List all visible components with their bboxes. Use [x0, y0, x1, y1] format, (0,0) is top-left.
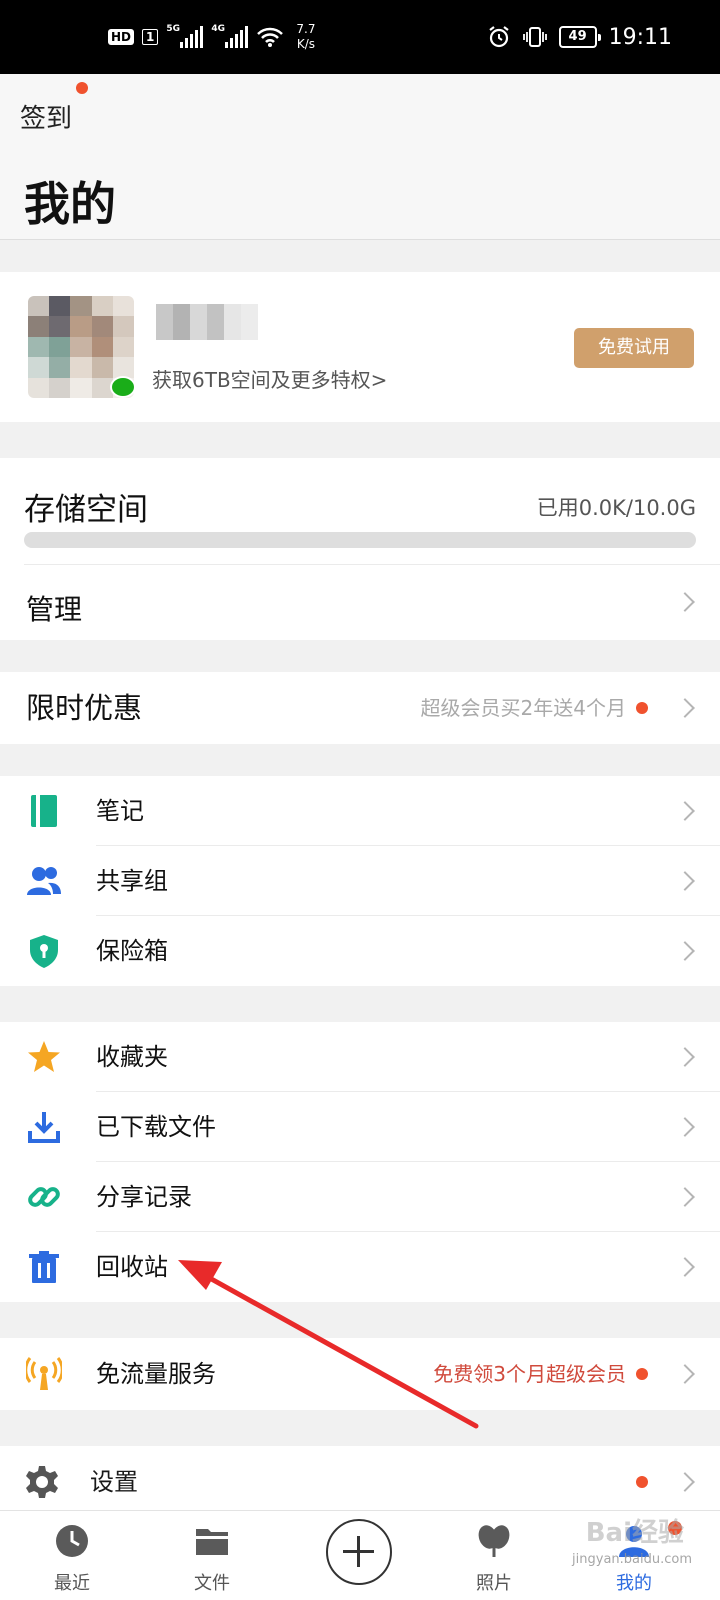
star-icon [28, 1041, 60, 1072]
menu-item-label: 笔记 [96, 797, 144, 825]
limited-offer-row[interactable]: 限时优惠 超级会员买2年送4个月 [0, 672, 720, 744]
menu-item-label: 已下载文件 [96, 1113, 216, 1141]
signal-5g-icon: 5G [166, 24, 204, 48]
menu-item-notes[interactable]: 笔记 [0, 776, 720, 846]
clock: 19:11 [608, 24, 672, 50]
menu-item-label: 收藏夹 [96, 1043, 168, 1071]
notification-dot [636, 1368, 648, 1380]
chevron-right-icon [675, 871, 695, 891]
menu-item-label: 分享记录 [96, 1183, 192, 1211]
tab-recent[interactable]: 最近 [12, 1511, 132, 1600]
tab-label: 最近 [54, 1573, 90, 1594]
manage-row[interactable]: 管理 [0, 564, 720, 640]
tools-group: 笔记 共享组 保险箱 [0, 776, 720, 986]
tab-label: 照片 [476, 1573, 512, 1594]
chevron-right-icon [675, 1472, 695, 1492]
notification-dot [636, 1476, 648, 1488]
gear-icon [26, 1466, 58, 1498]
menu-item-share-group[interactable]: 共享组 [0, 846, 720, 916]
vibrate-icon [522, 27, 547, 47]
menu-item-label: 保险箱 [96, 937, 168, 965]
chevron-right-icon [675, 1047, 695, 1067]
speed-unit: K/s [296, 37, 315, 51]
checkin-button[interactable]: 签到 [20, 98, 72, 135]
storage-title: 存储空间 [24, 492, 148, 528]
speed-value: 7.7 [296, 22, 316, 36]
status-bar: HD 1 5G 4G 7.7 K/s 49 19:11 [0, 0, 720, 74]
checkin-badge-dot [76, 82, 88, 94]
tab-files[interactable]: 文件 [152, 1511, 272, 1600]
chevron-right-icon [675, 1117, 695, 1137]
tab-label: 文件 [194, 1573, 230, 1594]
network-speed: 7.7 K/s [296, 22, 315, 52]
menu-item-share-history[interactable]: 分享记录 [0, 1162, 720, 1232]
menu-item-label: 共享组 [96, 867, 168, 895]
share-group-icon [27, 867, 61, 895]
page-header: 签到 我的 [0, 74, 720, 240]
profile-card[interactable]: 获取6TB空间及更多特权> 免费试用 [0, 272, 720, 422]
menu-item-recycle-bin[interactable]: 回收站 [0, 1232, 720, 1302]
menu-item-settings[interactable]: 设置 [0, 1446, 720, 1518]
safe-icon [30, 935, 58, 968]
menu-item-label: 免流量服务 [96, 1360, 216, 1388]
chevron-right-icon [675, 941, 695, 961]
storage-progress-bar [24, 532, 696, 548]
limited-offer-title: 限时优惠 [26, 691, 143, 725]
folder-icon [196, 1529, 228, 1555]
files-group: 收藏夹 已下载文件 分享记录 回收站 [0, 1022, 720, 1302]
chevron-right-icon [675, 698, 695, 718]
note-icon [31, 795, 57, 827]
download-icon [28, 1112, 60, 1143]
wechat-icon [110, 376, 136, 398]
menu-item-safe[interactable]: 保险箱 [0, 916, 720, 986]
menu-item-favorites[interactable]: 收藏夹 [0, 1022, 720, 1092]
tab-photos[interactable]: 照片 [434, 1511, 554, 1600]
menu-item-label: 回收站 [96, 1253, 168, 1281]
hd-indicator: HD [108, 29, 135, 45]
storage-card: 存储空间 已用0.0K/10.0G 管理 [0, 458, 720, 640]
notification-dot [636, 702, 648, 714]
add-button[interactable] [326, 1519, 392, 1585]
photos-icon [478, 1525, 510, 1557]
chevron-right-icon [675, 1187, 695, 1207]
page-title: 我的 [24, 177, 116, 231]
chevron-right-icon [675, 592, 695, 612]
chevron-right-icon [675, 801, 695, 821]
network-type-5g: 5G [166, 24, 181, 34]
sim-indicator: 1 [142, 29, 159, 45]
link-icon [28, 1187, 60, 1207]
alarm-icon [488, 26, 509, 48]
membership-promo-link[interactable]: 获取6TB空间及更多特权> [152, 364, 387, 393]
limited-offer-desc: 超级会员买2年送4个月 [420, 696, 626, 720]
storage-used-text: 已用0.0K/10.0G [536, 496, 696, 520]
menu-item-free-data-service[interactable]: 免流量服务 免费领3个月超级会员 [0, 1338, 720, 1410]
tab-label: 我的 [616, 1573, 652, 1594]
trash-icon [29, 1251, 59, 1283]
signal-4g-icon: 4G [211, 24, 249, 48]
wifi-icon [257, 27, 284, 47]
username-blurred [156, 304, 258, 340]
free-trial-button[interactable]: 免费试用 [574, 328, 694, 368]
clock-icon [56, 1525, 88, 1557]
menu-item-downloads[interactable]: 已下载文件 [0, 1092, 720, 1162]
watermark-url: jingyan.baidu.com [572, 1552, 692, 1567]
menu-item-label: 设置 [90, 1468, 138, 1496]
watermark-logo: Bai经验 [585, 1518, 684, 1548]
manage-label: 管理 [26, 593, 83, 626]
battery-icon: 49 [558, 26, 601, 48]
free-data-desc: 免费领3个月超级会员 [433, 1362, 626, 1386]
network-type-4g: 4G [211, 24, 226, 34]
chevron-right-icon [675, 1257, 695, 1277]
